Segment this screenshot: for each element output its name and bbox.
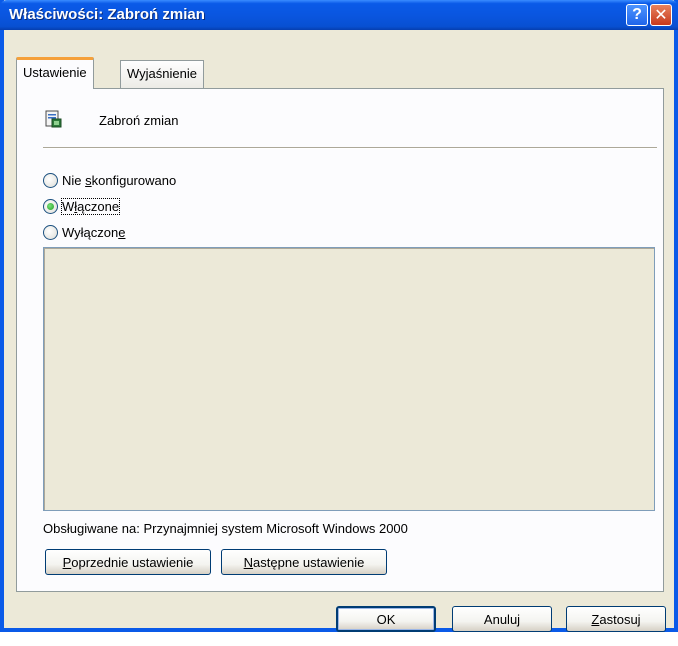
cancel-button[interactable]: Anuluj bbox=[452, 606, 552, 632]
options-panel bbox=[43, 247, 655, 511]
supported-value: Przynajmniej system Microsoft Windows 20… bbox=[143, 521, 408, 536]
policy-settings-icon bbox=[45, 110, 62, 128]
window-title: Właściwości: Zabroń zmian bbox=[9, 6, 205, 23]
radio-not-configured[interactable]: Nie skonfigurowano bbox=[43, 171, 176, 189]
tab-label: Wyjaśnienie bbox=[127, 66, 197, 81]
tab-label: Ustawienie bbox=[23, 65, 87, 80]
radio-label-disabled: Wyłączone bbox=[62, 224, 126, 240]
apply-button[interactable]: Zastosuj bbox=[566, 606, 666, 632]
help-icon: ? bbox=[632, 6, 642, 23]
tab-ustawienie[interactable]: Ustawienie bbox=[16, 57, 94, 89]
radio-disabled[interactable]: Wyłączone bbox=[43, 223, 125, 241]
policy-name: Zabroń zmian bbox=[99, 113, 179, 128]
tab-wyjasnienie[interactable]: Wyjaśnienie bbox=[120, 60, 204, 88]
next-setting-button[interactable]: Następne ustawienie bbox=[221, 549, 387, 575]
tab-panel-settings: Zabroń zmian Nie skonfigurowano Włączone… bbox=[16, 88, 664, 592]
ok-button[interactable]: OK bbox=[336, 606, 436, 632]
close-button[interactable]: ✕ bbox=[650, 4, 672, 26]
supported-label: Obsługiwane na: bbox=[43, 521, 140, 536]
previous-setting-button[interactable]: Poprzednie ustawienie bbox=[45, 549, 211, 575]
radio-circle[interactable] bbox=[43, 172, 58, 188]
radio-circle-checked[interactable] bbox=[43, 198, 58, 214]
separator bbox=[43, 147, 657, 149]
help-button[interactable]: ? bbox=[626, 4, 648, 26]
radio-circle[interactable] bbox=[43, 224, 58, 240]
supported-on: Obsługiwane na: Przynajmniej system Micr… bbox=[43, 521, 408, 536]
radio-label-not-configured: Nie skonfigurowano bbox=[62, 172, 177, 188]
close-icon: ✕ bbox=[654, 7, 668, 24]
radio-label-enabled: Włączone bbox=[60, 197, 121, 215]
title-bar[interactable]: Właściwości: Zabroń zmian ? ✕ bbox=[0, 0, 678, 30]
properties-dialog: Właściwości: Zabroń zmian ? ✕ Ustawienie… bbox=[0, 0, 678, 632]
radio-enabled[interactable]: Włączone bbox=[43, 197, 121, 215]
